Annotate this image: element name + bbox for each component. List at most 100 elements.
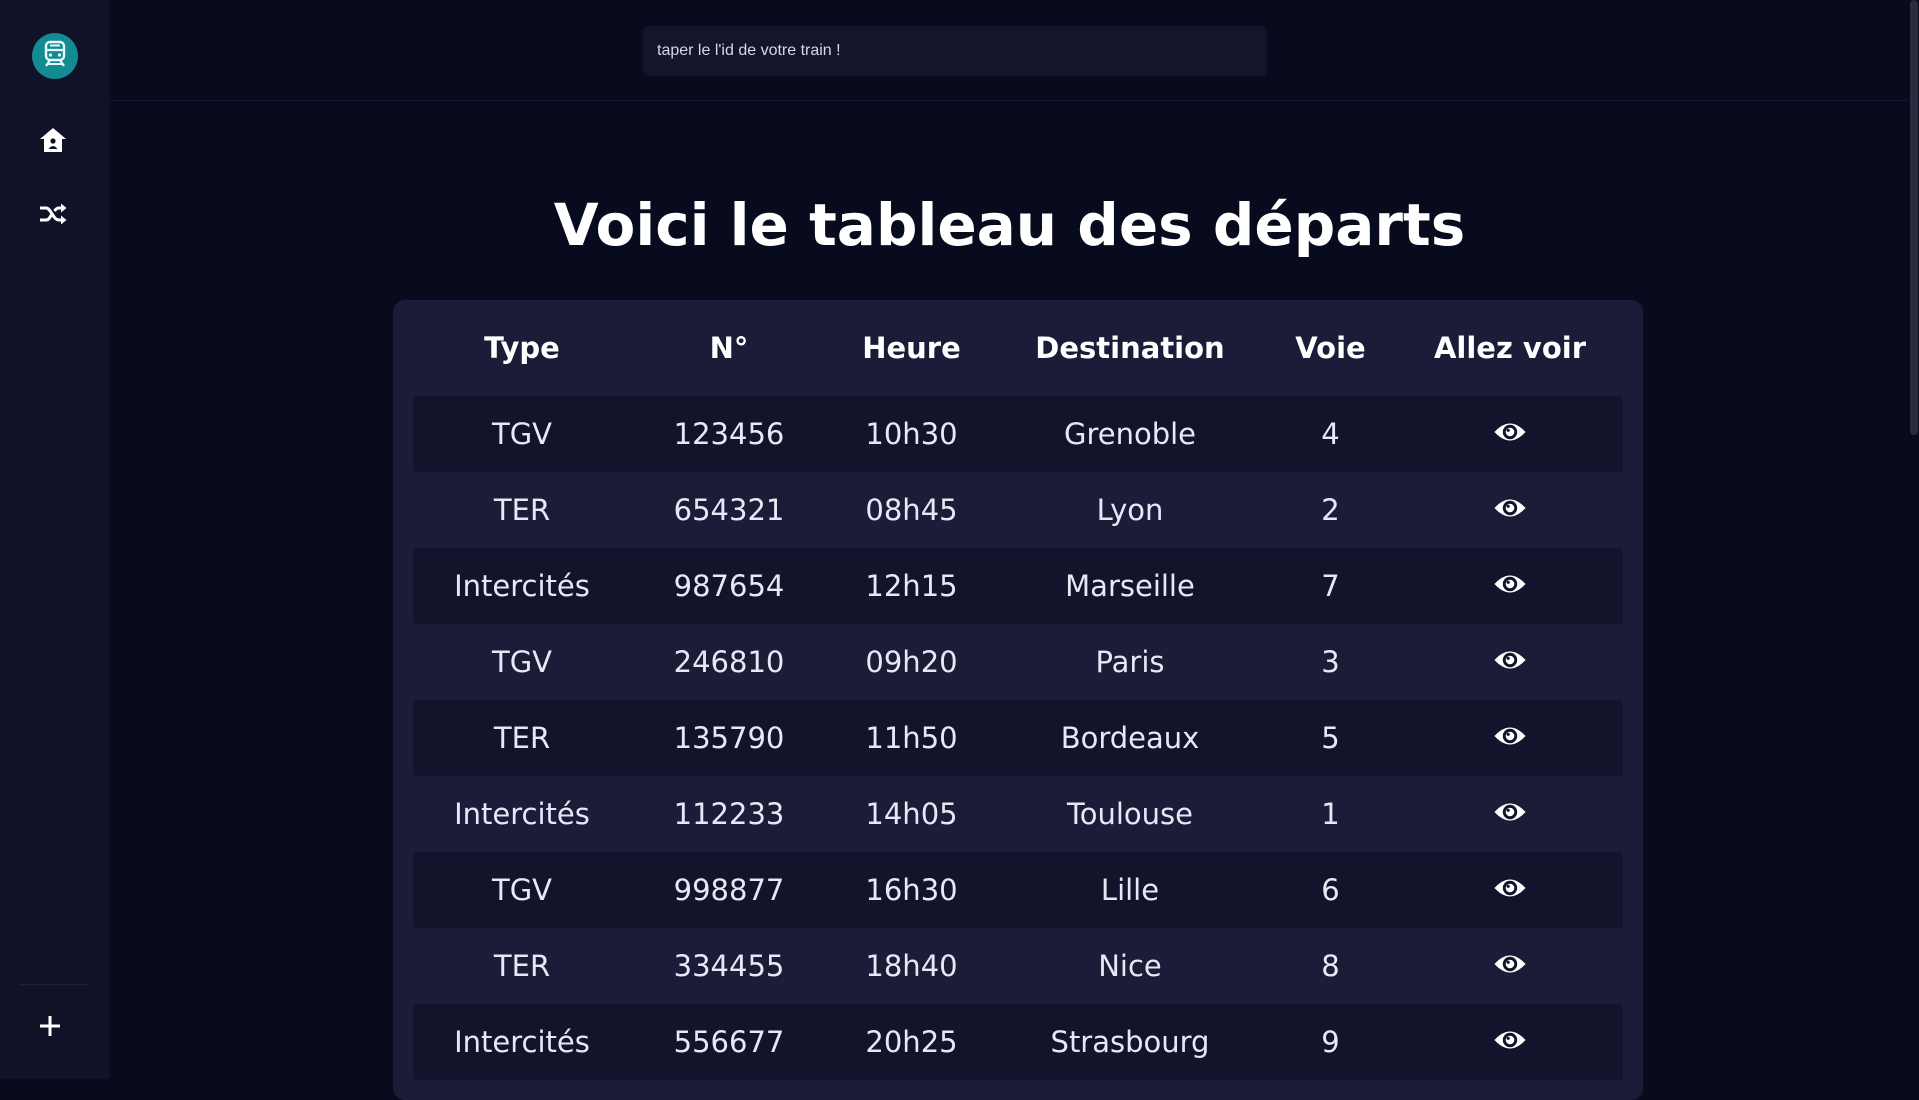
cell-type: TGV bbox=[491, 873, 553, 907]
plus-icon bbox=[39, 1015, 61, 1041]
add-button[interactable] bbox=[27, 1005, 73, 1051]
view-train-button[interactable] bbox=[1488, 944, 1532, 988]
cell-platform: 2 bbox=[1321, 493, 1340, 527]
page-title: Voici le tableau des départs bbox=[553, 191, 1466, 259]
header-destination: Destination bbox=[1035, 331, 1225, 365]
scrollbar[interactable] bbox=[1909, 0, 1919, 1079]
cell-time: 12h15 bbox=[865, 569, 958, 603]
cell-type: TER bbox=[493, 493, 551, 527]
table-header: Type N° Heure Destination Voie Allez voi… bbox=[413, 300, 1623, 396]
cell-number: 334455 bbox=[673, 949, 785, 983]
sidebar-divider bbox=[20, 984, 88, 985]
cell-time: 08h45 bbox=[865, 493, 958, 527]
table-row: Intercités 987654 12h15 Marseille 7 bbox=[413, 548, 1623, 624]
departures-table: Type N° Heure Destination Voie Allez voi… bbox=[393, 300, 1643, 1100]
header-type: Type bbox=[484, 331, 560, 365]
cell-number: 556677 bbox=[673, 1025, 785, 1059]
eye-icon bbox=[1493, 417, 1527, 451]
search-input[interactable] bbox=[643, 26, 1267, 76]
cell-destination: Marseille bbox=[1065, 569, 1195, 603]
cell-view bbox=[1397, 564, 1623, 608]
cell-platform: 6 bbox=[1321, 873, 1340, 907]
view-train-button[interactable] bbox=[1488, 1020, 1532, 1064]
cell-view bbox=[1397, 792, 1623, 836]
shuffle-button[interactable] bbox=[30, 193, 76, 239]
view-train-button[interactable] bbox=[1488, 412, 1532, 456]
cell-platform: 5 bbox=[1321, 721, 1340, 755]
home-icon bbox=[38, 126, 68, 158]
cell-type: TER bbox=[493, 721, 551, 755]
eye-icon bbox=[1493, 797, 1527, 831]
cell-time: 11h50 bbox=[865, 721, 958, 755]
cell-destination: Bordeaux bbox=[1060, 721, 1200, 755]
eye-icon bbox=[1493, 873, 1527, 907]
cell-view bbox=[1397, 716, 1623, 760]
cell-view bbox=[1397, 488, 1623, 532]
cell-destination: Nice bbox=[1098, 949, 1162, 983]
header-number: N° bbox=[709, 331, 749, 365]
cell-number: 654321 bbox=[673, 493, 785, 527]
cell-destination: Toulouse bbox=[1066, 797, 1194, 831]
cell-platform: 9 bbox=[1321, 1025, 1340, 1059]
top-bar bbox=[110, 0, 1909, 101]
header-time: Heure bbox=[862, 331, 961, 365]
view-train-button[interactable] bbox=[1488, 488, 1532, 532]
table-row: TER 135790 11h50 Bordeaux 5 bbox=[413, 700, 1623, 776]
cell-platform: 1 bbox=[1321, 797, 1340, 831]
cell-time: 10h30 bbox=[865, 417, 958, 451]
app-logo[interactable] bbox=[32, 33, 78, 79]
eye-icon bbox=[1493, 645, 1527, 679]
table-row: TGV 123456 10h30 Grenoble 4 bbox=[413, 396, 1623, 472]
cell-destination: Lyon bbox=[1096, 493, 1164, 527]
scrollbar-thumb[interactable] bbox=[1910, 0, 1918, 435]
cell-destination: Paris bbox=[1095, 645, 1165, 679]
view-train-button[interactable] bbox=[1488, 792, 1532, 836]
cell-time: 14h05 bbox=[865, 797, 958, 831]
cell-platform: 4 bbox=[1321, 417, 1340, 451]
view-train-button[interactable] bbox=[1488, 868, 1532, 912]
cell-type: Intercités bbox=[454, 1025, 590, 1059]
cell-type: Intercités bbox=[454, 569, 590, 603]
table-row: TGV 246810 09h20 Paris 3 bbox=[413, 624, 1623, 700]
cell-time: 20h25 bbox=[865, 1025, 958, 1059]
cell-platform: 3 bbox=[1321, 645, 1340, 679]
cell-time: 16h30 bbox=[865, 873, 958, 907]
cell-destination: Grenoble bbox=[1063, 417, 1197, 451]
cell-view bbox=[1397, 868, 1623, 912]
cell-number: 135790 bbox=[673, 721, 785, 755]
cell-view bbox=[1397, 944, 1623, 988]
view-train-button[interactable] bbox=[1488, 564, 1532, 608]
eye-icon bbox=[1493, 949, 1527, 983]
view-train-button[interactable] bbox=[1488, 640, 1532, 684]
cell-type: Intercités bbox=[454, 797, 590, 831]
shuffle-icon bbox=[38, 201, 68, 231]
eye-icon bbox=[1493, 1025, 1527, 1059]
train-icon bbox=[41, 39, 69, 73]
cell-number: 112233 bbox=[673, 797, 785, 831]
view-train-button[interactable] bbox=[1488, 716, 1532, 760]
cell-platform: 7 bbox=[1321, 569, 1340, 603]
home-button[interactable] bbox=[30, 119, 76, 165]
cell-time: 18h40 bbox=[865, 949, 958, 983]
header-platform: Voie bbox=[1295, 331, 1366, 365]
eye-icon bbox=[1493, 721, 1527, 755]
table-row: Intercités 112233 14h05 Toulouse 1 bbox=[413, 776, 1623, 852]
cell-number: 246810 bbox=[673, 645, 785, 679]
cell-destination: Strasbourg bbox=[1050, 1025, 1210, 1059]
cell-destination: Lille bbox=[1100, 873, 1160, 907]
sidebar bbox=[0, 0, 110, 1079]
cell-time: 09h20 bbox=[865, 645, 958, 679]
cell-number: 987654 bbox=[673, 569, 785, 603]
table-row: Intercités 556677 20h25 Strasbourg 9 bbox=[413, 1004, 1623, 1080]
table-row: TER 654321 08h45 Lyon 2 bbox=[413, 472, 1623, 548]
cell-view bbox=[1397, 640, 1623, 684]
cell-number: 998877 bbox=[673, 873, 785, 907]
header-view: Allez voir bbox=[1433, 331, 1587, 365]
table-row: TGV 998877 16h30 Lille 6 bbox=[413, 852, 1623, 928]
eye-icon bbox=[1493, 493, 1527, 527]
table-row: TER 334455 18h40 Nice 8 bbox=[413, 928, 1623, 1004]
table-body: TGV 123456 10h30 Grenoble 4 TER 654321 08h45 Lyo… bbox=[413, 396, 1623, 1080]
cell-platform: 8 bbox=[1321, 949, 1340, 983]
eye-icon bbox=[1493, 569, 1527, 603]
cell-type: TGV bbox=[491, 417, 553, 451]
